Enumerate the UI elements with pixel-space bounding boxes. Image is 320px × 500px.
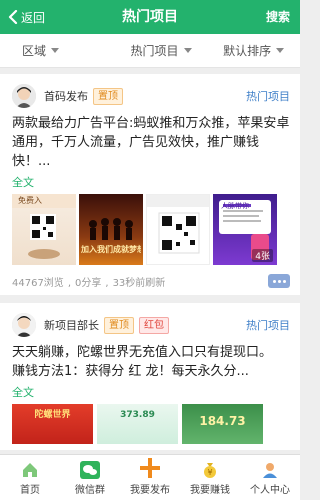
post-header: 首码发布 置顶 热门项目 [12,82,290,110]
nav-profile[interactable]: 个人中心 [240,455,300,500]
nav-earn-label: 我要赚钱 [190,485,230,496]
avatar[interactable] [12,84,36,108]
nav-earn[interactable]: ¥ 我要赚钱 [180,455,240,500]
filter-region-label: 区域 [22,44,47,58]
avatar[interactable] [12,313,36,337]
post-image[interactable]: 免费入 [12,194,76,265]
plus-icon [140,458,160,478]
back-button[interactable]: 返回 [8,0,45,34]
post-stats: 44767浏览 0分享 33秒前刷新 [12,273,290,289]
image-caption: 184.73 [199,414,246,428]
user-avatar-icon [12,84,36,108]
post-image[interactable]: 373.89 [97,404,178,444]
filter-category-label: 热门项目 [130,44,179,58]
post-image[interactable] [146,194,210,265]
post-feed[interactable]: 首码发布 置顶 热门项目 两款最给力广告平台:蚂蚁推和万众推，苹果安卓通用，千万… [0,74,300,454]
post-images: 免费入 加入我们成就梦想 人脉带你 4张 [12,194,290,265]
user-avatar-icon [12,313,36,337]
home-icon [23,463,37,477]
image-caption: 加入我们成就梦想 [81,245,141,254]
post-image[interactable]: 加入我们成就梦想 [79,194,143,265]
post-text-line: 天天躺赚，陀螺世界无充值入口只有提现口。 [12,345,273,360]
search-button[interactable]: 搜索 [266,0,290,34]
share-count: 0分享 [68,274,101,289]
post-image[interactable]: 184.73 [182,404,263,444]
chevron-left-icon [8,10,18,24]
read-more-link[interactable]: 全文 [12,384,290,400]
caret-down-icon [183,48,192,53]
nav-wechat-group[interactable]: 微信群 [60,455,120,500]
refresh-time: 33秒前刷新 [105,274,166,289]
post-images: 陀螺世界 373.89 184.73 [12,404,290,444]
nav-wechat-label: 微信群 [75,485,105,496]
filter-region[interactable]: 区域 [0,34,115,67]
post-text-line: 赚钱方法1：获得分 红 龙！每天永久分... [12,364,249,379]
nav-home-label: 首页 [20,485,40,496]
filter-bar: 区域 热门项目 默认排序 [0,34,300,68]
top-bar: 返回 热门项目 搜索 [0,0,300,34]
nav-profile-label: 个人中心 [250,485,290,496]
nav-home[interactable]: 首页 [0,455,60,500]
image-caption: 人脉带你 [221,202,249,210]
more-dots-icon [272,279,276,283]
post-category-link[interactable]: 热门项目 [246,88,290,104]
qr-code-image [147,195,209,254]
filter-category[interactable]: 热门项目 [115,34,208,67]
post-card[interactable]: 首码发布 置顶 热门项目 两款最给力广告平台:蚂蚁推和万众推，苹果安卓通用，千万… [0,74,300,295]
user-icon [263,463,277,478]
post-text[interactable]: 天天躺赚，陀螺世界无充值入口只有提现口。 赚钱方法1：获得分 红 龙！每天永久分… [12,343,290,381]
more-options-button[interactable] [268,274,290,288]
svg-text:¥: ¥ [207,468,212,477]
red-packet-badge: 红包 [139,316,169,334]
bottom-nav: 首页 微信群 我要发布 ¥ 我要赚钱 个人中心 [0,454,300,500]
caret-down-icon [276,48,285,53]
wechat-icon [80,461,100,479]
pinned-badge: 置顶 [93,87,123,105]
post-text[interactable]: 两款最给力广告平台:蚂蚁推和万众推，苹果安卓通用，千万人流量，广告见效快，推广赚… [12,114,290,171]
caret-down-icon [51,48,60,53]
filter-sort-label: 默认排序 [223,44,272,58]
image-caption: 陀螺世界 [34,410,71,420]
post-header: 新项目部长 置顶 红包 热门项目 [12,311,290,339]
image-caption: 373.89 [120,410,155,420]
back-label: 返回 [21,10,46,25]
post-category-link[interactable]: 热门项目 [246,317,290,333]
post-author[interactable]: 新项目部长 [44,317,99,333]
post-image[interactable]: 陀螺世界 [12,404,93,444]
view-count: 44767浏览 [12,277,64,289]
post-image[interactable]: 人脉带你 4张 [213,194,277,265]
pinned-badge: 置顶 [104,316,134,334]
post-author[interactable]: 首码发布 [44,88,88,104]
image-count-badge: 4张 [252,249,273,262]
nav-publish-label: 我要发布 [130,485,170,496]
read-more-link[interactable]: 全文 [12,174,290,190]
money-bag-icon: ¥ [204,463,216,478]
image-caption: 免费入 [18,196,42,205]
nav-publish[interactable]: 我要发布 [120,455,180,500]
filter-sort[interactable]: 默认排序 [207,34,300,67]
post-card[interactable]: 新项目部长 置顶 红包 热门项目 天天躺赚，陀螺世界无充值入口只有提现口。 赚钱… [0,303,300,450]
